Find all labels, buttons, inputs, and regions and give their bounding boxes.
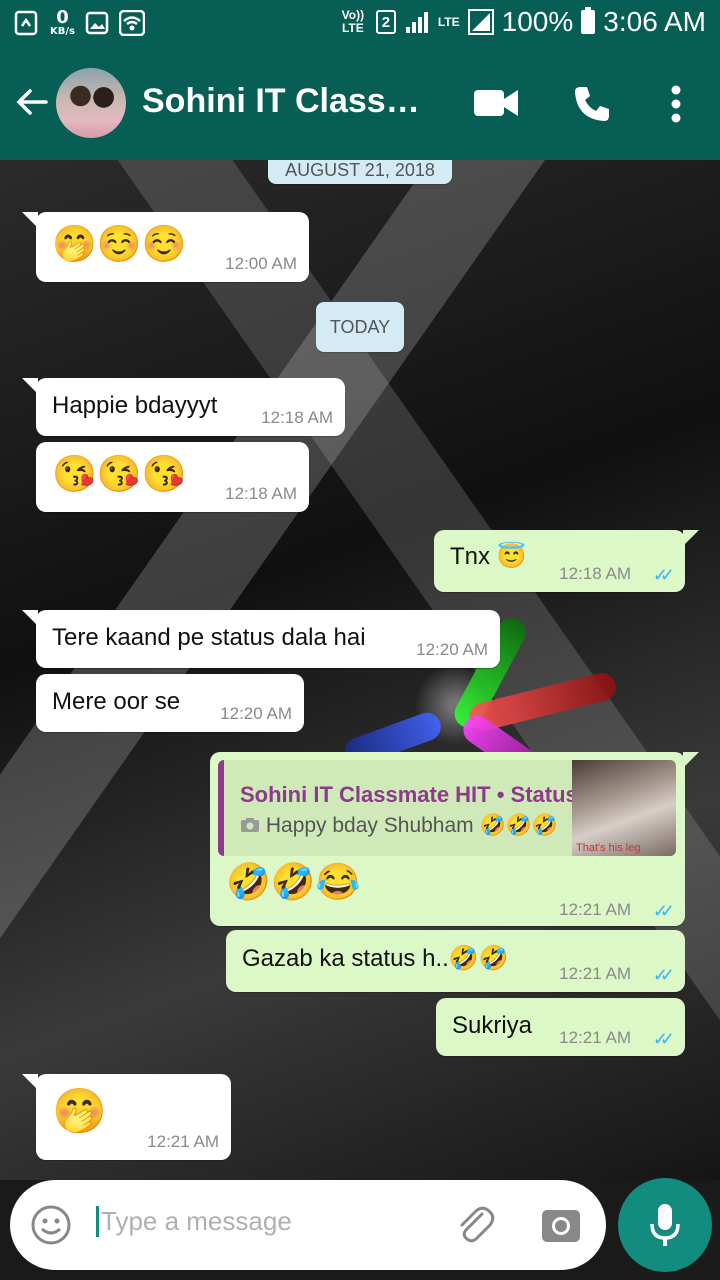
speed-unit: KB/s — [50, 26, 75, 37]
battery-percent: 100% — [501, 6, 574, 37]
more-options-icon[interactable] — [670, 84, 682, 124]
message-text: Tere kaand pe status dala hai — [52, 624, 366, 651]
mic-button[interactable] — [618, 1178, 712, 1272]
quoted-status[interactable]: Sohini IT Classmate HIT • Status Happy b… — [218, 760, 676, 856]
message-time: 12:21 AM — [147, 1132, 219, 1151]
network-speed: 0 KB/s — [50, 9, 75, 37]
message-time: 12:21 AM — [559, 964, 631, 983]
camera-icon — [241, 818, 259, 832]
network-type: LTE — [437, 14, 460, 29]
date-chip: TODAY — [316, 302, 404, 352]
speed-value: 0 — [56, 7, 69, 28]
read-receipt-icon: ✓✓ — [652, 901, 675, 921]
message-bubble-outgoing[interactable]: Gazab ka status h..🤣🤣 12:21 AM ✓✓ — [226, 930, 685, 992]
message-bubble-incoming[interactable]: Happie bdayyyt 12:18 AM — [22, 378, 345, 436]
message-time: 12:18 AM — [261, 408, 333, 427]
message-text: 🤭 — [52, 1087, 107, 1136]
contact-name[interactable]: Sohini IT Classm… — [142, 82, 442, 121]
message-text: 😘😘😘 — [52, 453, 187, 494]
message-text: Happie bdayyyt — [52, 392, 218, 419]
message-bubble-incoming[interactable]: Mere oor se 12:20 AM — [36, 674, 304, 732]
read-receipt-icon: ✓✓ — [652, 565, 675, 585]
message-input[interactable]: Type a message — [96, 1206, 436, 1237]
quoted-caption: Happy bday Shubham 🤣🤣🤣 — [265, 814, 558, 837]
message-bubble-outgoing[interactable]: Sukriya 12:21 AM ✓✓ — [436, 998, 685, 1056]
date-chip: AUGUST 21, 2018 — [268, 160, 452, 184]
message-text: 🤭☺️☺️ — [52, 223, 187, 264]
message-input-container: Type a message — [10, 1180, 606, 1270]
status-thumbnail: That's his leg — [572, 760, 676, 856]
message-bubble-incoming[interactable]: 😘😘😘 12:18 AM — [36, 442, 309, 512]
message-text: Gazab ka status h..🤣🤣 — [242, 945, 509, 972]
emoji-icon[interactable] — [30, 1204, 72, 1246]
voice-call-icon[interactable] — [572, 84, 612, 124]
message-time: 12:18 AM — [225, 484, 297, 503]
thumbnail-caption: That's his leg — [576, 842, 641, 854]
chat-header: Sohini IT Classm… — [0, 48, 720, 160]
message-bubble-incoming[interactable]: 🤭 12:21 AM — [22, 1074, 231, 1160]
message-bubble-incoming[interactable]: 🤭☺️☺️ 12:00 AM — [22, 212, 309, 282]
wifi-icon — [118, 10, 145, 36]
message-text: Tnx 😇 — [450, 543, 527, 570]
video-call-icon[interactable] — [474, 88, 518, 118]
mic-icon — [650, 1204, 680, 1246]
message-time: 12:21 AM — [559, 900, 631, 919]
sim-slot-badge: 2 — [375, 10, 396, 34]
quote-accent-bar — [218, 760, 224, 856]
attach-icon[interactable] — [452, 1202, 498, 1248]
camera-icon[interactable] — [540, 1204, 582, 1244]
message-time: 12:20 AM — [416, 640, 488, 659]
message-text: Sukriya — [452, 1012, 533, 1039]
signal-icon-2 — [467, 9, 494, 35]
quoted-text: Happy bday Shubham 🤣🤣🤣 — [240, 814, 558, 838]
message-time: 12:21 AM — [559, 1028, 631, 1047]
back-arrow-icon[interactable] — [14, 84, 50, 120]
message-time: 12:18 AM — [559, 564, 631, 583]
clock: 3:06 AM — [603, 6, 706, 37]
message-text: 🤣🤣😂 — [226, 861, 361, 902]
signal-icon — [405, 12, 428, 33]
chat-area[interactable]: AUGUST 21, 2018 🤭☺️☺️ 12:00 AM TODAY Hap… — [0, 160, 720, 1180]
gallery-icon — [85, 11, 109, 35]
volte-indicator: Vo)) LTE — [341, 8, 365, 35]
message-bubble-outgoing-reply[interactable]: Sohini IT Classmate HIT • Status Happy b… — [210, 752, 699, 926]
quoted-author: Sohini IT Classmate HIT • Status — [240, 782, 578, 807]
message-bubble-incoming[interactable]: Tere kaand pe status dala hai 12:20 AM — [22, 610, 500, 668]
data-saver-icon — [14, 10, 38, 36]
battery-icon — [581, 7, 596, 34]
avatar[interactable] — [56, 68, 126, 138]
read-receipt-icon: ✓✓ — [652, 965, 675, 985]
message-time: 12:20 AM — [220, 704, 292, 723]
status-bar: 0 KB/s Vo)) LTE 2 LTE 100% 3:06 AM — [0, 0, 720, 48]
read-receipt-icon: ✓✓ — [652, 1029, 675, 1049]
composer: Type a message — [0, 1178, 720, 1280]
message-text: Mere oor se — [52, 688, 181, 715]
message-time: 12:00 AM — [225, 254, 297, 273]
message-bubble-outgoing[interactable]: Tnx 😇 12:18 AM ✓✓ — [434, 530, 699, 592]
